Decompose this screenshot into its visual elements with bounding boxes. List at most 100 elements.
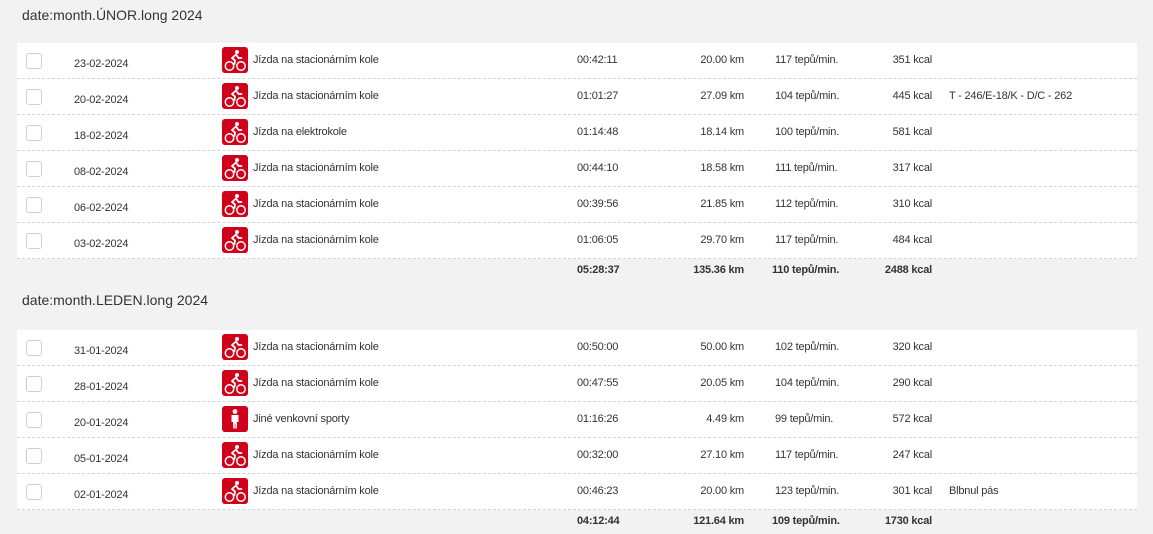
activity-note: T - 246/E-18/K - D/C - 262 bbox=[949, 90, 1072, 102]
activity-date: 20-02-2024 bbox=[74, 94, 129, 106]
activity-date: 18-02-2024 bbox=[74, 130, 129, 142]
activity-date: 03-02-2024 bbox=[74, 238, 129, 250]
bike-icon bbox=[222, 478, 248, 504]
activity-duration: 01:01:27 bbox=[577, 90, 619, 102]
table-row[interactable]: 23-02-2024 Jízda na stacionárním kole 00:4… bbox=[17, 43, 1137, 79]
row-checkbox[interactable] bbox=[26, 484, 42, 500]
row-checkbox[interactable] bbox=[26, 412, 42, 428]
row-checkbox[interactable] bbox=[26, 197, 42, 213]
bike-icon bbox=[222, 227, 248, 253]
activity-distance: 27.10 km bbox=[700, 449, 744, 461]
table-row[interactable]: 31-01-2024 Jízda na stacionárním kole 00:5… bbox=[17, 330, 1137, 366]
activity-date: 08-02-2024 bbox=[74, 166, 129, 178]
activity-type[interactable]: Jízda na elektrokole bbox=[253, 126, 347, 138]
total-duration: 04:12:44 bbox=[577, 515, 620, 527]
total-distance: 121.64 km bbox=[693, 515, 744, 527]
activity-date: 23-02-2024 bbox=[74, 58, 129, 70]
activity-heart-rate: 117 tepů/min. bbox=[775, 234, 839, 246]
activity-kcal: 247 kcal bbox=[892, 449, 933, 461]
activity-type[interactable]: Jízda na stacionárním kole bbox=[253, 485, 379, 497]
activity-type[interactable]: Jízda na stacionárním kole bbox=[253, 90, 379, 102]
activity-type[interactable]: Jízda na stacionárním kole bbox=[253, 377, 379, 389]
activity-type[interactable]: Jízda na stacionárním kole bbox=[253, 341, 379, 353]
activity-heart-rate: 104 tepů/min. bbox=[775, 377, 840, 389]
activity-type[interactable]: Jiné venkovní sporty bbox=[253, 413, 349, 425]
activity-type[interactable]: Jízda na stacionárním kole bbox=[253, 54, 379, 66]
activity-kcal: 445 kcal bbox=[892, 90, 933, 102]
activity-heart-rate: 111 tepů/min. bbox=[775, 162, 838, 174]
activity-distance: 18.58 km bbox=[700, 162, 744, 174]
activity-kcal: 581 kcal bbox=[892, 126, 933, 138]
activity-duration: 01:16:26 bbox=[577, 413, 619, 425]
table-row[interactable]: 06-02-2024 Jízda na stacionárním kole 00:3… bbox=[17, 187, 1137, 223]
activity-type[interactable]: Jízda na stacionárním kole bbox=[253, 449, 379, 461]
activity-distance: 50.00 km bbox=[700, 341, 744, 353]
activity-distance: 4.49 km bbox=[706, 413, 744, 425]
activity-heart-rate: 117 tepů/min. bbox=[775, 449, 839, 461]
activity-heart-rate: 117 tepů/min. bbox=[775, 54, 839, 66]
row-checkbox[interactable] bbox=[26, 125, 42, 141]
bike-icon bbox=[222, 47, 248, 73]
activity-date: 02-01-2024 bbox=[74, 489, 129, 501]
activity-table: 23-02-2024 Jízda na stacionárním kole 00:4… bbox=[17, 43, 1137, 283]
activity-heart-rate: 99 tepů/min. bbox=[775, 413, 834, 425]
activity-table: 31-01-2024 Jízda na stacionárním kole 00:5… bbox=[17, 330, 1137, 534]
activity-distance: 21.85 km bbox=[700, 198, 744, 210]
activity-distance: 20.00 km bbox=[700, 485, 744, 497]
row-checkbox[interactable] bbox=[26, 161, 42, 177]
activity-date: 05-01-2024 bbox=[74, 453, 129, 465]
table-row[interactable]: 08-02-2024 Jízda na stacionárním kole 00:4… bbox=[17, 151, 1137, 187]
activity-duration: 00:44:10 bbox=[577, 162, 619, 174]
activity-duration: 00:46:23 bbox=[577, 485, 619, 497]
row-checkbox[interactable] bbox=[26, 376, 42, 392]
total-kcal: 2488 kcal bbox=[884, 264, 932, 276]
activity-kcal: 301 kcal bbox=[892, 485, 933, 497]
row-checkbox[interactable] bbox=[26, 89, 42, 105]
table-row[interactable]: 20-02-2024 Jízda na stacionárním kole 01:0… bbox=[17, 79, 1137, 115]
table-row[interactable]: 03-02-2024 Jízda na stacionárním kole 01:0… bbox=[17, 223, 1137, 259]
row-checkbox[interactable] bbox=[26, 233, 42, 249]
activity-heart-rate: 112 tepů/min. bbox=[775, 198, 839, 210]
row-checkbox[interactable] bbox=[26, 53, 42, 69]
activity-type[interactable]: Jízda na stacionárním kole bbox=[253, 198, 379, 210]
activity-distance: 20.05 km bbox=[700, 377, 744, 389]
activity-note: Blbnul pás bbox=[949, 485, 999, 497]
person-icon bbox=[222, 406, 248, 432]
activity-heart-rate: 123 tepů/min. bbox=[775, 485, 840, 497]
activity-duration: 01:06:05 bbox=[577, 234, 619, 246]
activity-type[interactable]: Jízda na stacionárním kole bbox=[253, 162, 379, 174]
table-row[interactable]: 18-02-2024 Jízda na elektrokole 01:14:48 18… bbox=[17, 115, 1137, 151]
activity-type[interactable]: Jízda na stacionárním kole bbox=[253, 234, 379, 246]
table-row[interactable]: 28-01-2024 Jízda na stacionárním kole 00:4… bbox=[17, 366, 1137, 402]
row-checkbox[interactable] bbox=[26, 340, 42, 356]
activity-kcal: 572 kcal bbox=[892, 413, 933, 425]
activity-date: 20-01-2024 bbox=[74, 417, 129, 429]
activity-date: 28-01-2024 bbox=[74, 381, 129, 393]
activity-kcal: 351 kcal bbox=[892, 54, 933, 66]
activity-kcal: 317 kcal bbox=[892, 162, 933, 174]
activity-distance: 27.09 km bbox=[700, 90, 744, 102]
activity-heart-rate: 100 tepů/min. bbox=[775, 126, 840, 138]
totals-row: 05:28:37 135.36 km 110 tepů/min. 2488 kc… bbox=[17, 259, 1137, 283]
activity-date: 31-01-2024 bbox=[74, 345, 129, 357]
activity-heart-rate: 104 tepů/min. bbox=[775, 90, 840, 102]
bike-icon bbox=[222, 442, 248, 468]
row-checkbox[interactable] bbox=[26, 448, 42, 464]
activity-kcal: 484 kcal bbox=[892, 234, 933, 246]
section-title: date:month.LEDEN.long 2024 bbox=[22, 292, 209, 308]
bike-icon bbox=[222, 119, 248, 145]
total-heart-rate: 110 tepů/min. bbox=[772, 264, 840, 276]
bike-icon bbox=[222, 191, 248, 217]
section-title: date:month.ÚNOR.long 2024 bbox=[22, 7, 203, 23]
table-row[interactable]: 02-01-2024 Jízda na stacionárním kole 00:4… bbox=[17, 474, 1137, 510]
bike-icon bbox=[222, 334, 248, 360]
bike-icon bbox=[222, 370, 248, 396]
activity-distance: 20.00 km bbox=[700, 54, 744, 66]
activity-heart-rate: 102 tepů/min. bbox=[775, 341, 840, 353]
activity-duration: 00:42:11 bbox=[577, 54, 618, 66]
activity-kcal: 320 kcal bbox=[892, 341, 933, 353]
activity-duration: 00:32:00 bbox=[577, 449, 619, 461]
table-row[interactable]: 05-01-2024 Jízda na stacionárním kole 00:3… bbox=[17, 438, 1137, 474]
table-row[interactable]: 20-01-2024 Jiné venkovní sporty 01:16:26 4.… bbox=[17, 402, 1137, 438]
activity-distance: 18.14 km bbox=[700, 126, 744, 138]
